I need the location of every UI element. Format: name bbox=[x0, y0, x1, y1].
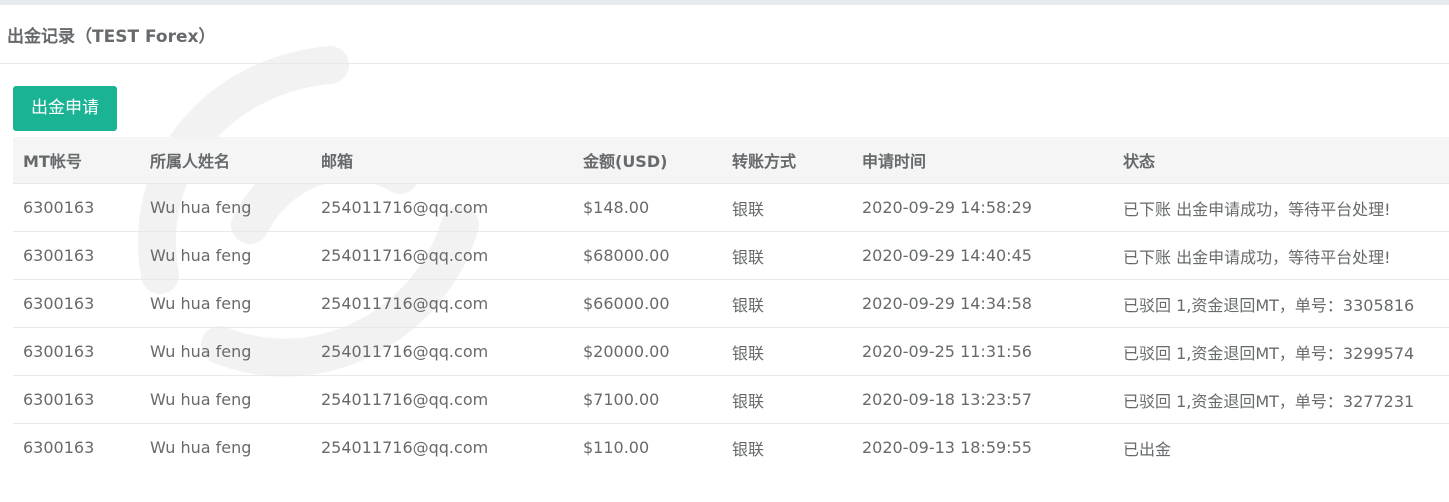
cell-amount: $7100.00 bbox=[573, 375, 722, 424]
cell-apply-time: 2020-09-29 14:40:45 bbox=[852, 231, 1113, 280]
cell-mt-account: 6300163 bbox=[13, 375, 140, 424]
cell-amount: $68000.00 bbox=[573, 231, 722, 280]
cell-transfer-method: 银联 bbox=[722, 327, 852, 376]
cell-amount: $66000.00 bbox=[573, 279, 722, 328]
cell-status: 已下账 出金申请成功，等待平台处理! bbox=[1113, 231, 1449, 280]
withdrawal-records-panel: 出金记录（TEST Forex） 出金申请 MT帐号 所属人姓名 邮箱 金额(U… bbox=[0, 5, 1449, 502]
cell-mt-account: 6300163 bbox=[13, 327, 140, 376]
cell-transfer-method: 银联 bbox=[722, 279, 852, 328]
cell-email: 254011716@qq.com bbox=[321, 438, 489, 457]
column-header-status: 状态 bbox=[1113, 137, 1449, 184]
cell-owner-name: Wu hua feng bbox=[140, 375, 311, 424]
cell-owner-name: Wu hua feng bbox=[140, 183, 311, 232]
cell-transfer-method: 银联 bbox=[732, 439, 765, 459]
cell-apply-time: 2020-09-29 14:34:58 bbox=[852, 279, 1113, 328]
table-header-row: MT帐号 所属人姓名 邮箱 金额(USD) 转账方式 申请时间 状态 bbox=[13, 137, 1449, 184]
column-header-apply-time: 申请时间 bbox=[852, 137, 1113, 184]
column-header-amount: 金额(USD) bbox=[573, 137, 722, 184]
cell-transfer-method: 银联 bbox=[722, 375, 852, 424]
cell-transfer-method: 银联 bbox=[722, 231, 852, 280]
column-header-mt-account: MT帐号 bbox=[13, 137, 140, 184]
column-header-email: 邮箱 bbox=[311, 137, 573, 184]
table-row: 6300163 Wu hua feng 254011716@qq.com $66… bbox=[13, 279, 1449, 328]
panel-header: 出金记录（TEST Forex） bbox=[0, 5, 1449, 64]
withdrawal-table: MT帐号 所属人姓名 邮箱 金额(USD) 转账方式 申请时间 状态 63001… bbox=[13, 137, 1449, 471]
cell-transfer-method: 银联 bbox=[722, 183, 852, 232]
cell-email: 254011716@qq.com bbox=[311, 231, 573, 280]
cell-status: 已出金 bbox=[1123, 439, 1172, 459]
cell-status: 已驳回 1,资金退回MT，单号：3299574 bbox=[1113, 327, 1449, 376]
cell-amount: $148.00 bbox=[573, 183, 722, 232]
table-row: 6300163 Wu hua feng 254011716@qq.com $11… bbox=[13, 424, 1449, 472]
cell-apply-time: 2020-09-29 14:58:29 bbox=[852, 183, 1113, 232]
cell-amount: $20000.00 bbox=[573, 327, 722, 376]
panel-content: 出金申请 MT帐号 所属人姓名 邮箱 金额(USD) 转账方式 申请时间 状态 … bbox=[0, 64, 1449, 471]
table-row: 6300163 Wu hua feng 254011716@qq.com $71… bbox=[13, 375, 1449, 424]
cell-mt-account: 6300163 bbox=[13, 183, 140, 232]
cell-email: 254011716@qq.com bbox=[311, 183, 573, 232]
cell-owner-name: Wu hua feng bbox=[140, 279, 311, 328]
table-row: 6300163 Wu hua feng 254011716@qq.com $20… bbox=[13, 327, 1449, 376]
column-header-owner-name: 所属人姓名 bbox=[140, 137, 311, 184]
cell-owner-name: Wu hua feng bbox=[140, 327, 311, 376]
cell-owner-name: Wu hua feng bbox=[140, 231, 311, 280]
cell-email: 254011716@qq.com bbox=[311, 327, 573, 376]
cell-status: 已驳回 1,资金退回MT，单号：3305816 bbox=[1113, 279, 1449, 328]
column-header-transfer-method: 转账方式 bbox=[722, 137, 852, 184]
cell-mt-account: 6300163 bbox=[23, 438, 95, 457]
cell-apply-time: 2020-09-13 18:59:55 bbox=[862, 438, 1032, 457]
cell-status: 已下账 出金申请成功，等待平台处理! bbox=[1113, 183, 1449, 232]
cell-apply-time: 2020-09-25 11:31:56 bbox=[852, 327, 1113, 376]
cell-amount: $110.00 bbox=[583, 438, 650, 457]
withdrawal-apply-button[interactable]: 出金申请 bbox=[13, 86, 117, 131]
cell-email: 254011716@qq.com bbox=[311, 375, 573, 424]
cell-email: 254011716@qq.com bbox=[311, 279, 573, 328]
table-row: 6300163 Wu hua feng 254011716@qq.com $68… bbox=[13, 231, 1449, 280]
table-row: 6300163 Wu hua feng 254011716@qq.com $14… bbox=[13, 183, 1449, 232]
cell-mt-account: 6300163 bbox=[13, 231, 140, 280]
cell-status: 已驳回 1,资金退回MT，单号：3277231 bbox=[1113, 375, 1449, 424]
cell-apply-time: 2020-09-18 13:23:57 bbox=[852, 375, 1113, 424]
panel-title: 出金记录（TEST Forex） bbox=[7, 26, 216, 47]
cell-mt-account: 6300163 bbox=[13, 279, 140, 328]
cell-owner-name: Wu hua feng bbox=[150, 438, 252, 457]
